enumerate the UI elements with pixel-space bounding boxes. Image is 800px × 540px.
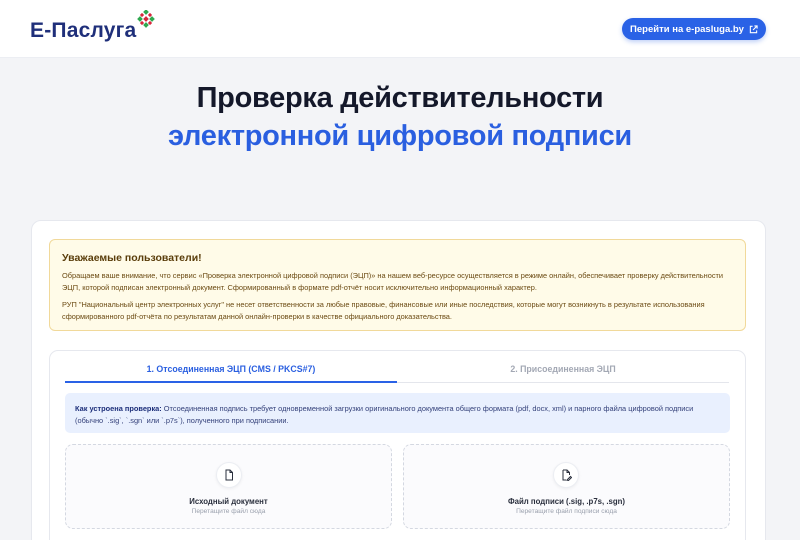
- hero: Проверка действительности электронной ци…: [0, 80, 800, 154]
- page-title: Проверка действительности: [196, 82, 604, 114]
- dropzone-signature-file[interactable]: Файл подписи (.sig, .p7s, .sgn) Перетащи…: [403, 444, 730, 529]
- notice-box: Уважаемые пользователи! Обращаем ваше вн…: [49, 239, 746, 331]
- dropzone-source-title: Исходный документ: [189, 497, 268, 506]
- notice-paragraph-2: РУП "Национальный центр электронных услу…: [62, 300, 705, 321]
- notice-title: Уважаемые пользователи!: [62, 252, 202, 264]
- ornament-icon: [137, 10, 155, 28]
- go-to-epasluga-button[interactable]: Перейти на e-pasluga.by: [622, 18, 766, 40]
- top-header: E-Паслуга Перейти на e-pasluga.by: [0, 0, 800, 58]
- active-tab-indicator: [65, 381, 397, 383]
- go-to-epasluga-label: Перейти на e-pasluga.by: [630, 23, 744, 35]
- page-title-accent: электронной цифровой подписи: [168, 120, 632, 152]
- tab-attached-signature[interactable]: 2. Присоединенная ЭЦП: [397, 364, 729, 384]
- external-link-icon: [749, 24, 758, 33]
- file-icon: [216, 462, 242, 488]
- dropzone-source-document[interactable]: Исходный документ Перетащите файл сюда: [65, 444, 392, 529]
- dropzone-source-hint: Перетащите файл сюда: [191, 508, 266, 515]
- howto-info-box: Как устроена проверка: Отсоединенная под…: [65, 393, 730, 433]
- file-signature-icon: [553, 462, 579, 488]
- dropzone-signature-title: Файл подписи (.sig, .p7s, .sgn): [508, 497, 625, 506]
- notice-paragraph-1: Обращаем ваше внимание, что сервис «Пров…: [62, 271, 724, 292]
- brand-logo-text[interactable]: E-Паслуга: [30, 19, 136, 43]
- howto-lead: Как устроена проверка:: [75, 404, 162, 413]
- dropzone-signature-hint: Перетащите файл подписи сюда: [516, 508, 617, 515]
- howto-text: Отсоединенная подпись требует одновремен…: [75, 404, 694, 425]
